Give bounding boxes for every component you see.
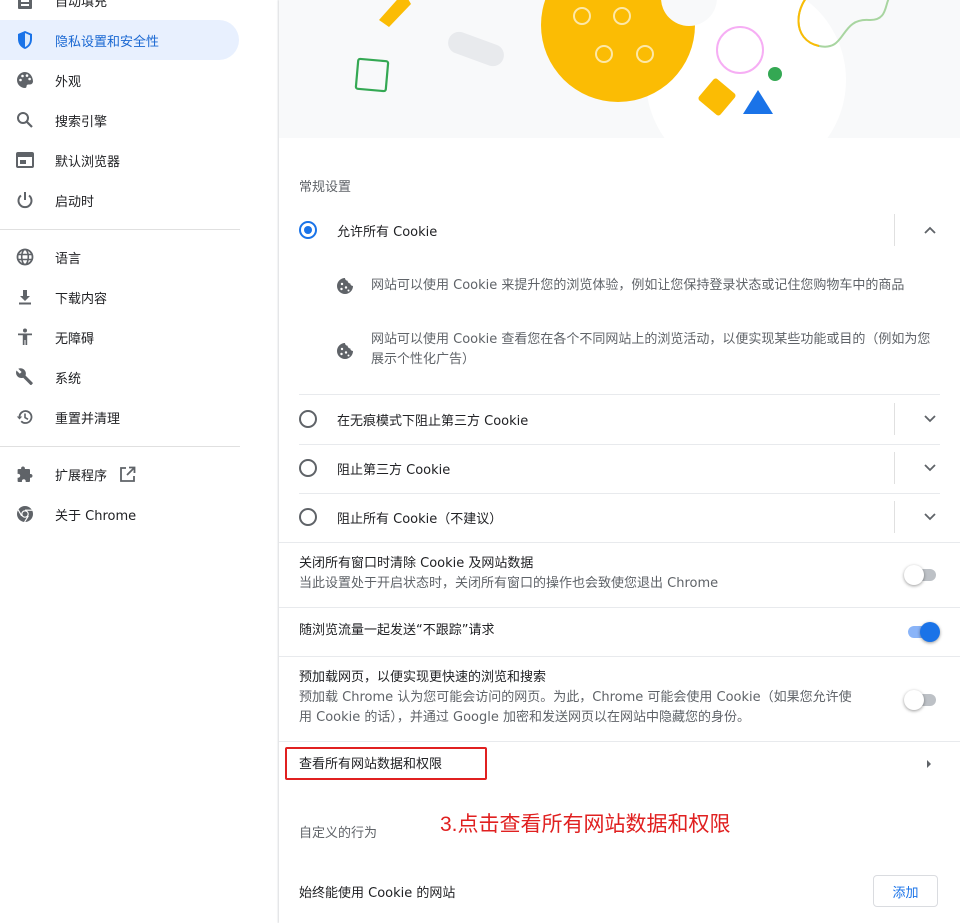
chevron-down-icon [924,461,940,476]
arrow-right-icon [926,758,932,773]
sidebar-item-label: 搜索引擎 [55,114,108,130]
sidebar-item-extensions[interactable]: 扩展程序 [0,454,239,494]
radio-row-block-all[interactable]: 阻止所有 Cookie（不建议） [299,493,940,541]
cookies-banner-illustration [279,0,960,138]
preload-toggle[interactable] [904,690,936,710]
download-icon [15,287,35,307]
radio-row-allow-all[interactable]: 允许所有 Cookie [299,206,940,254]
sidebar-item-label: 系统 [55,371,82,387]
banner-green-dot [768,67,782,81]
radio-label-block-incognito: 在无痕模式下阻止第三方 Cookie [337,413,529,429]
sidebar-item-downloads[interactable]: 下载内容 [0,277,239,317]
allow-all-detail-1: 网站可以使用 Cookie 来提升您的浏览体验，例如让您保持登录状态或记住您购物… [335,276,940,296]
browser-icon [15,150,35,170]
cookie-icon [335,341,355,361]
divider [279,542,960,543]
section-title-custom: 自定义的行为 [299,826,378,841]
sidebar-divider [0,446,240,447]
radio-block-all[interactable] [299,508,317,526]
search-icon [15,110,35,130]
radio-label-allow-all: 允许所有 Cookie [337,224,438,240]
detail-text: 网站可以使用 Cookie 来提升您的浏览体验，例如让您保持登录状态或记住您购物… [371,278,905,293]
divider [279,656,960,657]
radio-label-block-all: 阻止所有 Cookie（不建议） [337,511,503,527]
sidebar-item-label: 启动时 [55,194,95,210]
sidebar-item-search-engine[interactable]: 搜索引擎 [0,100,239,140]
setting-description: 预加载 Chrome 认为您可能会访问的网页。为此，Chrome 可能会使用 C… [299,690,852,725]
sidebar-item-default-browser[interactable]: 默认浏览器 [0,140,239,180]
sidebar-item-label: 关于 Chrome [55,508,137,524]
sidebar-item-label: 重置并清理 [55,411,121,427]
open-in-new-icon[interactable] [119,466,136,483]
sidebar-item-label: 外观 [55,74,82,90]
settings-sidebar: 自动填充 隐私设置和安全性 外观 搜索引擎 默认浏览器 启动时 语言 下载内容 … [0,0,277,923]
annotation-instruction: 3.点击查看所有网站数据和权限 [440,813,731,836]
do-not-track-toggle[interactable] [908,622,940,642]
expand-toggle-block-all[interactable] [894,501,940,533]
setting-clear-on-exit: 关闭所有窗口时清除 Cookie 及网站数据 当此设置处于开启状态时，关闭所有窗… [299,554,940,596]
setting-label: 随浏览流量一起发送“不跟踪”请求 [299,623,495,638]
allow-all-detail-2: 网站可以使用 Cookie 查看您在各个不同网站上的浏览活动，以便实现某些功能或… [335,330,940,370]
clear-on-exit-toggle[interactable] [904,565,936,585]
radio-allow-all[interactable] [299,221,317,239]
autofill-icon [15,0,35,10]
banner-grey-pill [448,31,504,67]
toggle-knob [904,690,924,710]
banner-yellow-leaf [379,0,411,27]
sidebar-item-accessibility[interactable]: 无障碍 [0,317,239,357]
sidebar-item-appearance[interactable]: 外观 [0,60,239,100]
setting-label: 预加载网页，以便实现更快速的浏览和搜索 [299,670,547,685]
radio-block-third-party[interactable] [299,459,317,477]
radio-row-block-incognito[interactable]: 在无痕模式下阻止第三方 Cookie [299,395,940,443]
add-site-button[interactable]: 添加 [873,875,938,907]
sidebar-divider [0,229,240,230]
power-icon [15,190,35,210]
sidebar-item-about-chrome[interactable]: 关于 Chrome [0,494,239,534]
sidebar-item-languages[interactable]: 语言 [0,237,239,277]
sidebar-item-label: 扩展程序 [55,468,108,484]
sidebar-item-label: 语言 [55,251,82,267]
banner-green-square [354,57,390,93]
sidebar-item-label: 默认浏览器 [55,154,121,170]
annotation-highlight-box [285,747,487,780]
chevron-down-icon [924,412,940,427]
expand-toggle-block-third-party[interactable] [894,452,940,484]
sidebar-item-privacy[interactable]: 隐私设置和安全性 [0,20,239,60]
setting-preload: 预加载网页，以便实现更快速的浏览和搜索 预加载 Chrome 认为您可能会访问的… [299,668,940,730]
toggle-knob [904,565,924,585]
globe-icon [15,247,35,267]
chrome-icon [15,504,35,524]
shield-icon [15,30,35,50]
restore-icon [15,407,35,427]
sidebar-item-label: 下载内容 [55,291,108,307]
cookies-settings-card: 常规设置 允许所有 Cookie 网站可以使用 Cookie 来提升您的浏览体验… [279,0,960,923]
setting-description: 当此设置处于开启状态时，关闭所有窗口的操作也会致使您退出 Chrome [299,576,719,591]
sidebar-item-system[interactable]: 系统 [0,357,239,397]
radio-block-incognito[interactable] [299,410,317,428]
section-title-general: 常规设置 [299,180,352,195]
toggle-knob [920,622,940,642]
cookie-icon [335,276,355,296]
expand-toggle-block-incognito[interactable] [894,403,940,435]
palette-icon [15,70,35,90]
divider [279,607,960,608]
radio-label-block-third-party: 阻止第三方 Cookie [337,462,451,478]
always-allow-label: 始终能使用 Cookie 的网站 [299,886,456,901]
setting-do-not-track: 随浏览流量一起发送“不跟踪”请求 [299,621,940,643]
setting-label: 关闭所有窗口时清除 Cookie 及网站数据 [299,556,534,571]
sidebar-item-label: 隐私设置和安全性 [55,34,160,50]
radio-row-block-third-party[interactable]: 阻止第三方 Cookie [299,444,940,492]
sidebar-item-reset[interactable]: 重置并清理 [0,397,239,437]
expand-toggle-allow-all[interactable] [894,214,940,246]
accessibility-icon [15,327,35,347]
sidebar-item-label: 无障碍 [55,331,95,347]
wrench-icon [15,367,35,387]
chevron-up-icon [924,223,940,238]
detail-text: 网站可以使用 Cookie 查看您在各个不同网站上的浏览活动，以便实现某些功能或… [371,332,931,367]
sidebar-item-autofill[interactable]: 自动填充 [0,0,239,20]
puzzle-icon [15,464,35,484]
sidebar-item-label: 自动填充 [55,0,108,10]
chevron-down-icon [924,510,940,525]
sidebar-item-on-startup[interactable]: 启动时 [0,180,239,220]
